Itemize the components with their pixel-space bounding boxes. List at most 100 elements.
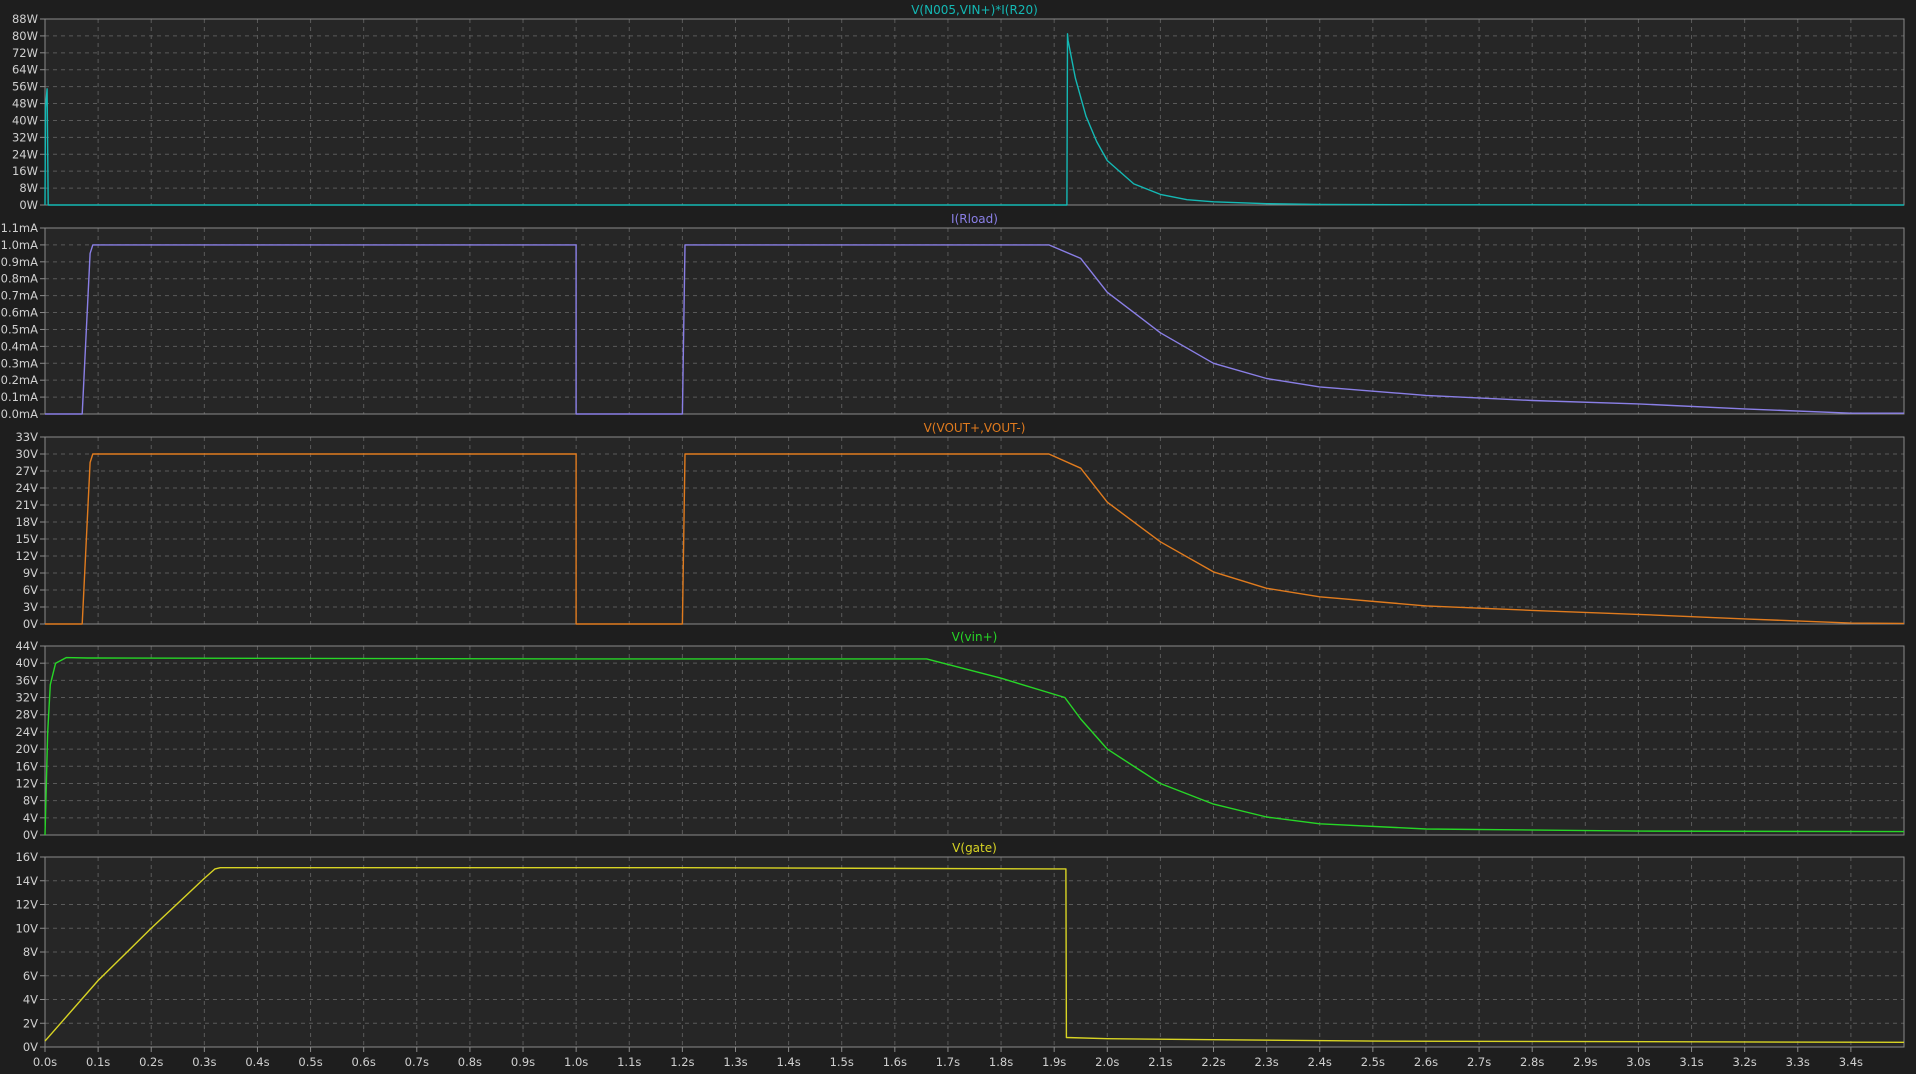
trace-title: V(gate): [952, 841, 997, 855]
y-tick-label: 0.9mA: [1, 255, 38, 269]
y-tick-label: 0.2mA: [1, 373, 38, 387]
trace-title: V(N005,VIN+)*I(R20): [911, 3, 1038, 17]
y-tick-label: 44V: [15, 639, 38, 653]
y-tick-label: 20V: [15, 742, 38, 756]
trace-panel-2: 0.0mA 0.1mA 0.2mA 0.3mA 0.4mA 0.5mA 0.6mA 0.7mA…: [1, 212, 1905, 421]
y-tick-label: 30V: [15, 447, 38, 461]
trace-title: V(VOUT+,VOUT-): [924, 421, 1026, 435]
x-tick-label: 2.4s: [1308, 1055, 1332, 1069]
x-tick-label: 0.4s: [245, 1055, 269, 1069]
y-tick-label: 6V: [23, 583, 38, 597]
trace-panel-1: 0W 8W 16W 24W 32W 40W 48W 56W 64W 72W 80W 88W V(N005…: [12, 3, 1905, 212]
y-tick-label: 27V: [15, 464, 38, 478]
trace-panel-4: 0V 4V 8V 12V 16V 20V 24V 28V 32V 36V 40V 44V V(vin+): [15, 630, 1905, 842]
waveform-viewer: 0W 8W 16W 24W 32W 40W 48W 56W 64W 72W 80W 88W V(N005…: [1, 3, 1905, 1069]
y-tick-label: 4V: [23, 993, 38, 1007]
y-tick-label: 6V: [23, 969, 38, 983]
y-tick-label: 72W: [12, 46, 38, 60]
x-tick-label: 1.7s: [936, 1055, 960, 1069]
x-tick-label: 2.7s: [1467, 1055, 1491, 1069]
y-tick-label: 0V: [23, 828, 38, 842]
x-tick-label: 1.2s: [670, 1055, 694, 1069]
x-tick-label: 1.3s: [723, 1055, 747, 1069]
x-tick-label: 1.9s: [1042, 1055, 1066, 1069]
x-tick-label: 2.1s: [1148, 1055, 1172, 1069]
x-tick-label: 0.7s: [405, 1055, 429, 1069]
x-tick-label: 0.8s: [458, 1055, 482, 1069]
y-tick-label: 28V: [15, 708, 38, 722]
y-tick-label: 40V: [15, 656, 38, 670]
y-tick-label: 16V: [15, 850, 38, 864]
y-tick-label: 8V: [23, 794, 38, 808]
y-tick-label: 24V: [15, 725, 38, 739]
y-tick-label: 0.0mA: [1, 407, 38, 421]
x-tick-label: 3.3s: [1786, 1055, 1810, 1069]
trace-title: V(vin+): [952, 630, 998, 644]
y-tick-label: 32W: [12, 130, 38, 144]
y-tick-label: 0W: [19, 198, 38, 212]
x-tick-label: 1.8s: [989, 1055, 1013, 1069]
plot-area: [45, 646, 1904, 835]
x-tick-label: 0.2s: [139, 1055, 163, 1069]
plot-area: [45, 19, 1904, 205]
y-tick-label: 33V: [15, 430, 38, 444]
y-tick-label: 0.4mA: [1, 339, 38, 353]
x-tick-label: 1.4s: [776, 1055, 800, 1069]
y-tick-label: 0.3mA: [1, 356, 38, 370]
y-tick-label: 0.1mA: [1, 390, 38, 404]
trace-panel-3: 0V 3V 6V 9V 12V 15V 18V 21V 24V 27V 30V 33V V(VOUT+,…: [15, 421, 1905, 631]
y-tick-label: 0.8mA: [1, 272, 38, 286]
plot-area: [45, 437, 1904, 624]
y-tick-label: 4V: [23, 811, 38, 825]
y-tick-label: 0V: [23, 617, 38, 631]
y-tick-label: 8V: [23, 945, 38, 959]
y-tick-label: 48W: [12, 97, 38, 111]
x-tick-label: 0.6s: [352, 1055, 376, 1069]
y-tick-label: 16V: [15, 759, 38, 773]
x-tick-label: 3.1s: [1679, 1055, 1703, 1069]
x-tick-label: 2.5s: [1361, 1055, 1385, 1069]
y-tick-label: 1.1mA: [1, 221, 38, 235]
y-tick-label: 0V: [23, 1040, 38, 1054]
y-tick-label: 8W: [19, 181, 38, 195]
y-tick-label: 36V: [15, 673, 38, 687]
y-tick-label: 2V: [23, 1016, 38, 1030]
x-tick-label: 1.6s: [883, 1055, 907, 1069]
x-tick-label: 2.3s: [1254, 1055, 1278, 1069]
x-tick-label: 0.0s: [33, 1055, 57, 1069]
y-tick-label: 24W: [12, 147, 38, 161]
y-tick-label: 3V: [23, 600, 38, 614]
y-tick-label: 64W: [12, 63, 38, 77]
x-tick-label: 2.9s: [1573, 1055, 1597, 1069]
x-tick-label: 2.8s: [1520, 1055, 1544, 1069]
x-tick-label: 1.0s: [564, 1055, 588, 1069]
y-tick-label: 40W: [12, 113, 38, 127]
x-tick-label: 3.0s: [1626, 1055, 1650, 1069]
y-tick-label: 15V: [15, 532, 38, 546]
y-tick-label: 12V: [15, 549, 38, 563]
y-tick-label: 12V: [15, 776, 38, 790]
plot-area: [45, 228, 1904, 414]
y-tick-label: 80W: [12, 29, 38, 43]
y-tick-label: 1.0mA: [1, 238, 38, 252]
x-tick-label: 0.9s: [511, 1055, 535, 1069]
y-tick-label: 18V: [15, 515, 38, 529]
y-tick-label: 12V: [15, 898, 38, 912]
x-tick-label: 2.6s: [1414, 1055, 1438, 1069]
trace-panel-5: 0V 2V 4V 6V 8V 10V 12V 14V 16V V(gate) 0.0s 0.1s 0.2…: [15, 841, 1905, 1069]
y-tick-label: 0.6mA: [1, 306, 38, 320]
x-tick-label: 3.4s: [1839, 1055, 1863, 1069]
y-tick-label: 24V: [15, 481, 38, 495]
y-tick-label: 0.5mA: [1, 322, 38, 336]
x-tick-label: 0.3s: [192, 1055, 216, 1069]
x-tick-label: 2.2s: [1201, 1055, 1225, 1069]
x-tick-label: 1.5s: [830, 1055, 854, 1069]
y-tick-label: 21V: [15, 498, 38, 512]
x-tick-label: 2.0s: [1095, 1055, 1119, 1069]
y-tick-label: 14V: [15, 874, 38, 888]
trace-title: I(Rload): [951, 212, 998, 226]
x-tick-label: 1.1s: [617, 1055, 641, 1069]
y-tick-label: 56W: [12, 80, 38, 94]
y-tick-label: 16W: [12, 164, 38, 178]
x-tick-label: 0.5s: [298, 1055, 322, 1069]
